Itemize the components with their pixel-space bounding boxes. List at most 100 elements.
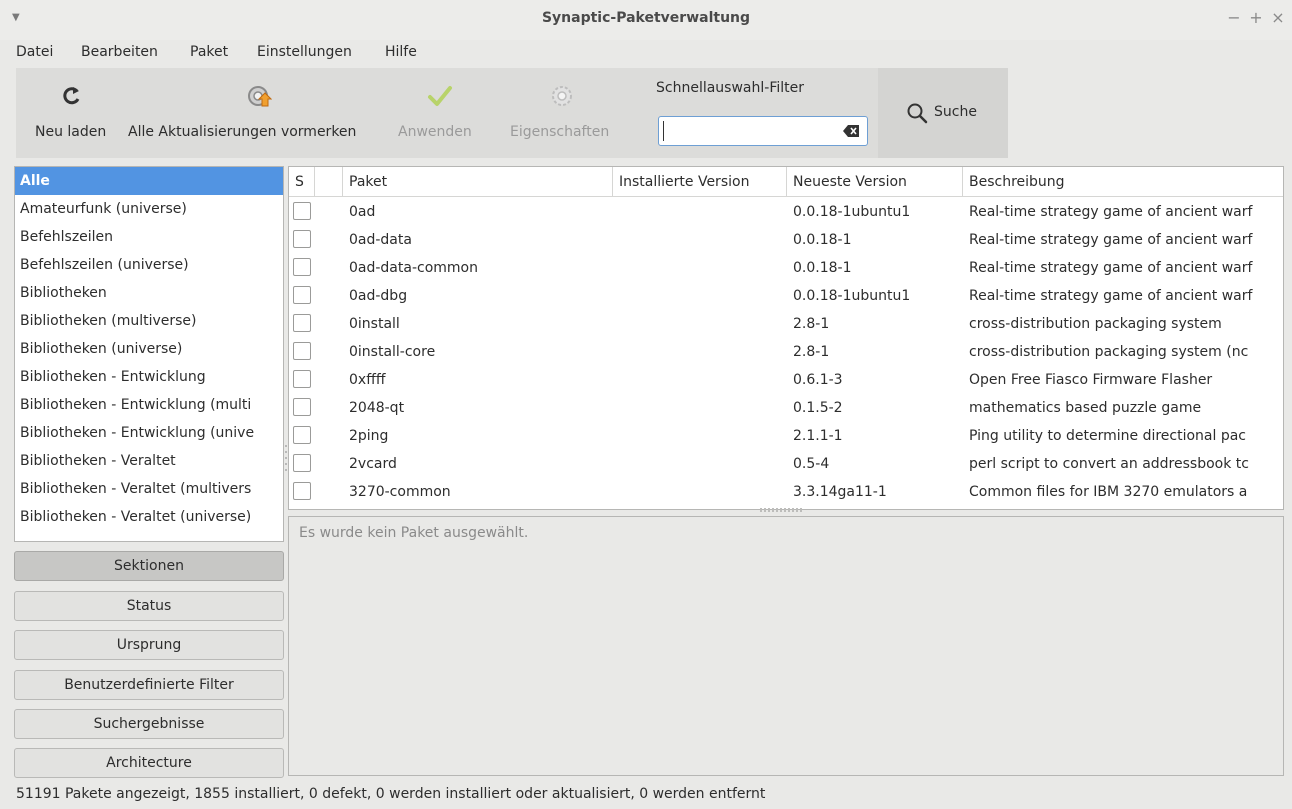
toolbar: Neu laden Alle Aktualisierungen vormerke… xyxy=(16,68,1008,158)
table-row[interactable]: 0ad-data-common 0.0.18-1 Real-time strateg… xyxy=(289,254,1283,282)
table-header: S Paket Installierte Version Neueste Ver… xyxy=(289,167,1283,197)
table-row[interactable]: 2048-qt 0.1.5-2 mathematics based puzzle g… xyxy=(289,394,1283,422)
no-package-selected-text: Es wurde kein Paket ausgewählt. xyxy=(299,525,529,541)
package-checkbox[interactable] xyxy=(293,426,311,444)
reload-icon xyxy=(63,87,80,105)
menu-datei[interactable]: Datei xyxy=(16,44,53,60)
table-row[interactable]: 0install 2.8-1 cross-distribution packagin… xyxy=(289,310,1283,338)
menu-paket[interactable]: Paket xyxy=(190,44,228,60)
package-checkbox[interactable] xyxy=(293,482,311,500)
menu-einstellungen[interactable]: Einstellungen xyxy=(257,44,352,60)
package-description: Real-time strategy game of ancient warf xyxy=(969,232,1253,248)
window-title: Synaptic-Paketverwaltung xyxy=(541,10,751,26)
quick-filter-field[interactable] xyxy=(658,116,868,146)
table-row[interactable]: 2vcard 0.5-4 perl script to convert an add… xyxy=(289,450,1283,478)
column-latest-version[interactable]: Neueste Version xyxy=(787,167,963,197)
search-button[interactable]: Suche xyxy=(878,68,1008,158)
package-checkbox[interactable] xyxy=(293,258,311,276)
table-row[interactable]: 3270-common 3.3.14ga11-1 Common files for … xyxy=(289,478,1283,506)
installed-version xyxy=(619,226,787,254)
latest-version: 2.1.1-1 xyxy=(793,428,843,444)
column-package[interactable]: Paket xyxy=(343,167,613,197)
package-description: Real-time strategy game of ancient warf xyxy=(969,204,1253,220)
package-name: 2ping xyxy=(349,428,389,444)
menu-hilfe[interactable]: Hilfe xyxy=(385,44,417,60)
package-description: Real-time strategy game of ancient warf xyxy=(969,288,1253,304)
minimize-button[interactable]: − xyxy=(1224,8,1244,28)
package-checkbox[interactable] xyxy=(293,230,311,248)
table-row[interactable]: 0ad-data 0.0.18-1 Real-time strategy game … xyxy=(289,226,1283,254)
package-checkbox[interactable] xyxy=(293,314,311,332)
installed-version xyxy=(619,478,787,506)
status-bar: 51191 Pakete angezeigt, 1855 installiert… xyxy=(16,786,766,802)
package-name: 0install-core xyxy=(349,344,436,360)
package-name: 3270-common xyxy=(349,484,451,500)
latest-version: 2.8-1 xyxy=(793,344,830,360)
package-checkbox[interactable] xyxy=(293,398,311,416)
table-row[interactable]: 0xffff 0.6.1-3 Open Free Fiasco Firmware F… xyxy=(289,366,1283,394)
close-button[interactable]: × xyxy=(1268,8,1288,28)
clear-icon[interactable] xyxy=(843,125,859,137)
maximize-button[interactable]: + xyxy=(1246,8,1266,28)
checkmark-icon xyxy=(428,86,452,106)
apply-button[interactable]: Anwenden xyxy=(394,68,494,158)
section-item[interactable]: Bibliotheken - Entwicklung xyxy=(15,363,283,391)
filter-sections-button[interactable]: Sektionen xyxy=(14,551,284,581)
installed-version xyxy=(619,450,787,478)
table-row[interactable]: 0ad 0.0.18-1ubuntu1 Real-time strategy gam… xyxy=(289,198,1283,226)
search-icon xyxy=(907,103,928,124)
pane-splitter[interactable] xyxy=(760,508,804,512)
latest-version: 0.1.5-2 xyxy=(793,400,843,416)
latest-version: 0.0.18-1ubuntu1 xyxy=(793,288,911,304)
package-table: S Paket Installierte Version Neueste Ver… xyxy=(288,166,1284,510)
latest-version: 0.0.18-1ubuntu1 xyxy=(793,204,911,220)
properties-gear-icon xyxy=(552,86,572,106)
package-description: Real-time strategy game of ancient warf xyxy=(969,260,1253,276)
filter-origin-button[interactable]: Ursprung xyxy=(14,630,284,660)
section-item[interactable]: Bibliotheken - Entwicklung (unive xyxy=(15,419,283,447)
package-name: 0ad-data-common xyxy=(349,260,478,276)
filter-architecture-button[interactable]: Architecture xyxy=(14,748,284,778)
section-item[interactable]: Bibliotheken (multiverse) xyxy=(15,307,283,335)
installed-version xyxy=(619,282,787,310)
filter-status-button[interactable]: Status xyxy=(14,591,284,621)
package-description: Common files for IBM 3270 emulators a xyxy=(969,484,1248,500)
table-row[interactable]: 2ping 2.1.1-1 Ping utility to determine di… xyxy=(289,422,1283,450)
package-name: 0xffff xyxy=(349,372,386,388)
column-installed-version[interactable]: Installierte Version xyxy=(613,167,787,197)
package-description: cross-distribution packaging system (nc xyxy=(969,344,1249,360)
section-item[interactable]: Bibliotheken (universe) xyxy=(15,335,283,363)
package-checkbox[interactable] xyxy=(293,370,311,388)
filter-custom-button[interactable]: Benutzerdefinierte Filter xyxy=(14,670,284,700)
table-row[interactable]: 0install-core 2.8-1 cross-distribution pac… xyxy=(289,338,1283,366)
description-pane: Es wurde kein Paket ausgewählt. xyxy=(288,516,1284,776)
mark-all-updates-button[interactable]: Alle Aktualisierungen vormerken xyxy=(116,68,396,158)
table-row[interactable]: 0ad-dbg 0.0.18-1ubuntu1 Real-time strategy… xyxy=(289,282,1283,310)
section-item[interactable]: Bibliotheken - Entwicklung (multi xyxy=(15,391,283,419)
sections-list: Alle Amateurfunk (universe) Befehlszeile… xyxy=(14,166,284,542)
package-name: 0install xyxy=(349,316,400,332)
package-name: 0ad-data xyxy=(349,232,412,248)
package-checkbox[interactable] xyxy=(293,342,311,360)
section-item[interactable]: Bibliotheken xyxy=(15,279,283,307)
section-item[interactable]: Amateurfunk (universe) xyxy=(15,195,283,223)
column-status[interactable]: S xyxy=(289,167,315,197)
column-description[interactable]: Beschreibung xyxy=(963,167,1283,197)
properties-button[interactable]: Eigenschaften xyxy=(500,68,630,158)
package-name: 2048-qt xyxy=(349,400,405,416)
column-support[interactable] xyxy=(315,167,343,197)
package-checkbox[interactable] xyxy=(293,286,311,304)
quick-filter-input[interactable] xyxy=(663,121,833,141)
installed-version xyxy=(619,366,787,394)
section-item[interactable]: Bibliotheken - Veraltet (universe) xyxy=(15,503,283,531)
section-item[interactable]: Bibliotheken - Veraltet (multivers xyxy=(15,475,283,503)
section-item[interactable]: Bibliotheken - Veraltet xyxy=(15,447,283,475)
section-item-alle[interactable]: Alle xyxy=(15,167,283,195)
package-checkbox[interactable] xyxy=(293,454,311,472)
menu-bearbeiten[interactable]: Bearbeiten xyxy=(81,44,158,60)
reload-button[interactable]: Neu laden xyxy=(16,68,116,158)
package-checkbox[interactable] xyxy=(293,202,311,220)
section-item[interactable]: Befehlszeilen (universe) xyxy=(15,251,283,279)
section-item[interactable]: Befehlszeilen xyxy=(15,223,283,251)
filter-search-results-button[interactable]: Suchergebnisse xyxy=(14,709,284,739)
